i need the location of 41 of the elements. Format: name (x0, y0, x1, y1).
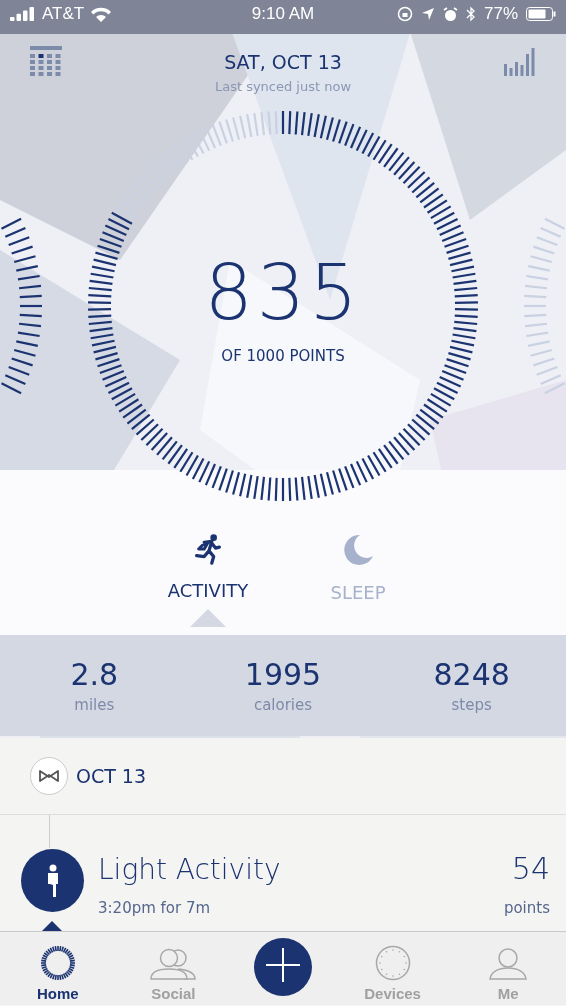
stat-value: 8248 (433, 657, 510, 692)
stat-unit: miles (74, 696, 115, 714)
date-title: SAT, OCT 13 (224, 51, 342, 73)
people-icon (148, 947, 199, 981)
battery-percent: 77% (483, 4, 518, 24)
sleep-tab[interactable]: SLEEP (303, 532, 413, 635)
bluetooth-icon (465, 6, 476, 22)
devices-tab[interactable]: Devices (334, 932, 451, 1005)
battery-icon (526, 7, 556, 21)
stat-value: 1995 (244, 657, 322, 692)
plus-icon (266, 948, 300, 982)
alarm-icon (442, 6, 458, 22)
location-icon (420, 7, 435, 21)
calendar-icon[interactable] (30, 46, 62, 76)
sync-status: Last synced just now (214, 79, 352, 94)
clock-time: 9:10 AM (250, 4, 316, 24)
stat-value: 2.8 (70, 657, 119, 692)
score-caption: OF 1000 POINTS (221, 346, 345, 365)
brand-logo (30, 757, 68, 795)
signal-icon (10, 7, 36, 21)
activity-time: 3:20pm for 7m (98, 899, 211, 917)
rotation-lock-icon (396, 6, 413, 22)
timeline-date: OCT 13 (76, 765, 147, 787)
activity-title: Light Activity (98, 853, 281, 886)
watch-face-icon (374, 945, 411, 981)
person-icon (488, 947, 529, 981)
score-value: 835 (204, 247, 362, 337)
home-tab[interactable]: Home (0, 932, 116, 1005)
entry-pointer (42, 921, 62, 931)
tab-pointer (190, 609, 226, 627)
add-button[interactable] (254, 938, 312, 996)
stat-unit: calories (253, 696, 313, 714)
carrier-name: AT&T (42, 4, 85, 24)
me-tab[interactable]: Me (450, 932, 566, 1005)
points-value: 54 (511, 851, 550, 886)
social-tab[interactable]: Social (115, 932, 232, 1005)
wifi-icon (90, 6, 113, 22)
points-label: points (503, 899, 550, 917)
ring-icon (39, 945, 76, 981)
activity-tab[interactable]: ACTIVITY (153, 532, 263, 635)
stat-unit: steps (451, 696, 492, 714)
